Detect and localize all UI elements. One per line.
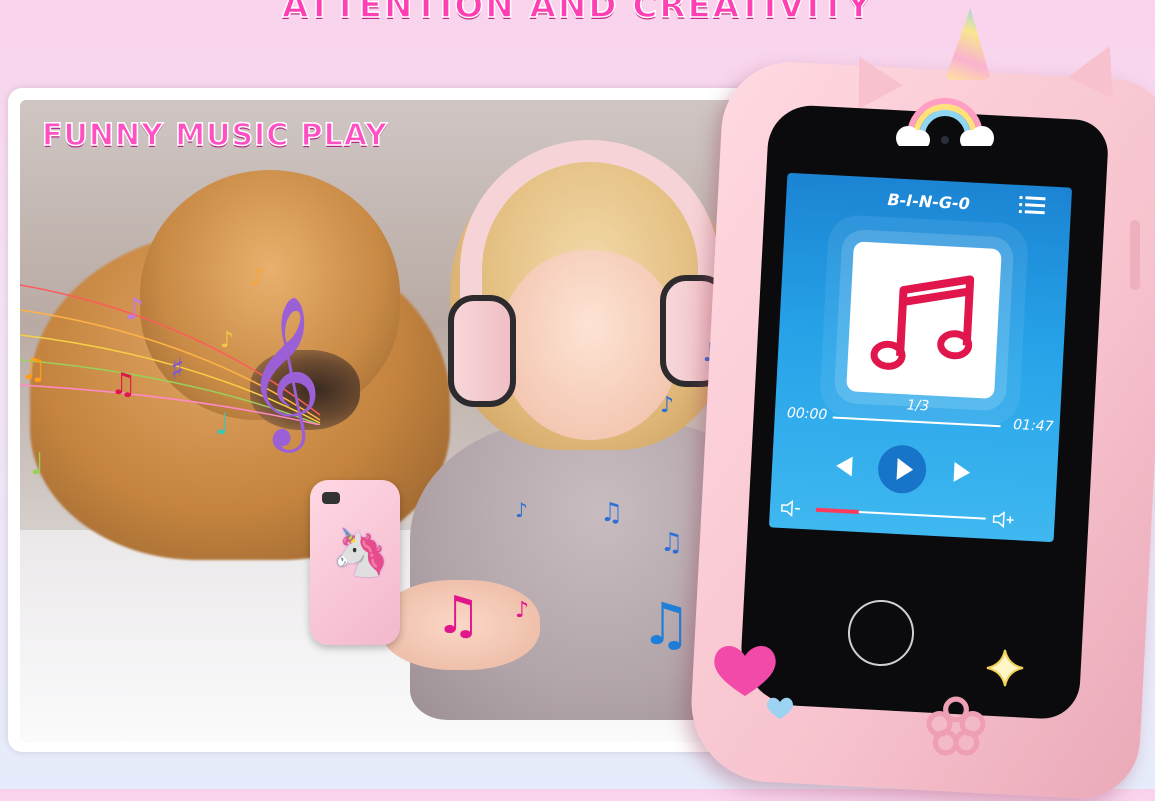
treble-clef-icon: 𝄞 [245,305,322,435]
toy-phone-in-hand: 🦄 [310,480,400,645]
flower-icon [925,695,987,757]
previous-icon[interactable] [823,445,865,487]
music-note-icon: ♪ [660,395,674,417]
small-heart-icon [765,695,795,721]
music-player-screen: B-I-N-G-0 1/3 00:00 01:47 [769,173,1072,542]
volume-slider[interactable] [816,509,986,520]
camera-icon [322,492,340,504]
next-icon[interactable] [941,451,983,493]
music-note-icon: ♪ [250,265,265,289]
progress-bar[interactable] [833,416,1001,427]
play-icon[interactable] [877,444,927,494]
headline: ATTENTION AND CREATIVITY [0,0,1155,26]
playlist-menu-icon[interactable] [1019,195,1046,216]
music-note-icon: ♫ [640,595,692,653]
volume-up-icon[interactable] [991,509,1016,530]
photo-title: FUNNY MUSIC PLAY [42,118,388,153]
time-elapsed: 00:00 [786,405,827,423]
music-note-icon: ♫ [20,355,47,385]
sparkle-icon [985,648,1025,688]
album-art [846,241,1002,399]
music-note-icon [846,241,1002,399]
music-note-icon: ♫ [110,370,137,400]
music-note-icon: ♪ [515,600,529,622]
power-button[interactable] [1130,220,1140,290]
volume-down-icon[interactable] [779,498,802,519]
music-note-icon: ♪ [515,500,528,520]
music-note-icon: ♯ [170,355,185,385]
volume-level [816,508,859,514]
volume-row [779,498,1045,532]
music-note-icon: ♫ [600,500,623,526]
music-note-icon: ♫ [435,590,482,642]
headphone-earcup-left [448,295,516,407]
heart-icon [710,640,780,700]
music-note-icon: ♩ [215,410,229,440]
music-note-icon: ♩ [30,450,44,480]
music-note-icon: ♪ [220,330,234,352]
unicorn-icon: 🦄 [332,525,389,580]
music-note-icon: ♫ [660,530,683,556]
rainbow-icon [890,96,1000,146]
time-total: 01:47 [1013,417,1054,435]
music-note-icon: ♪ [125,295,144,325]
